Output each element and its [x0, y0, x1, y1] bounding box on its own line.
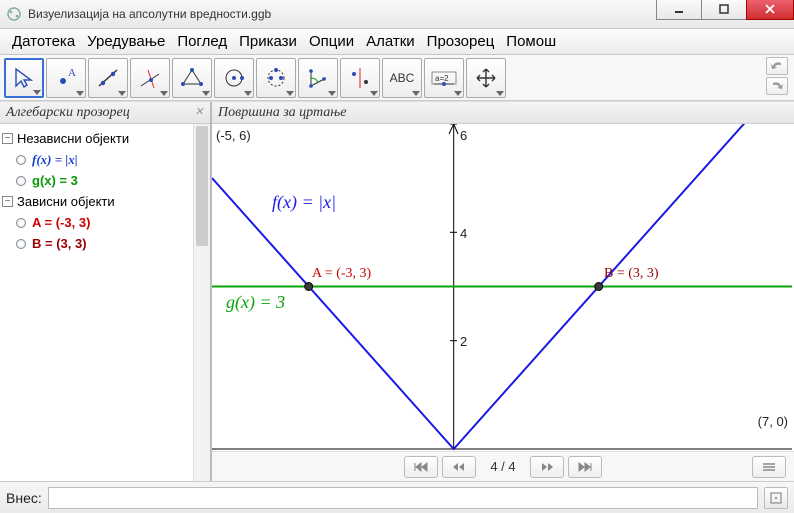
step-first-button[interactable] — [404, 456, 438, 478]
object-label: f(x) = |x| — [32, 149, 78, 170]
svg-text:A: A — [68, 67, 76, 79]
tool-perpendicular[interactable] — [130, 58, 170, 98]
visibility-dot-icon[interactable] — [16, 239, 26, 249]
command-input[interactable] — [48, 487, 758, 509]
minimize-button[interactable] — [656, 0, 702, 20]
visibility-dot-icon[interactable] — [16, 218, 26, 228]
tool-ellipse[interactable] — [256, 58, 296, 98]
main-area: Алгебарски прозорец ✕ − Независни објект… — [0, 101, 794, 481]
undo-button[interactable] — [766, 57, 788, 75]
visibility-dot-icon[interactable] — [16, 176, 26, 186]
f-formula-label: f(x) = |x| — [272, 192, 336, 213]
menu-options[interactable]: Опции — [303, 30, 360, 53]
chevron-down-icon — [76, 91, 84, 96]
y-tick-2: 2 — [460, 334, 467, 349]
menu-view[interactable]: Поглед — [171, 30, 233, 53]
menu-file[interactable]: Датотека — [6, 30, 81, 53]
graphics-view[interactable]: 2 4 6 (-5, 6) (7, 0) f(x) = |x| g(x) = 3… — [212, 124, 794, 451]
tool-slider[interactable]: a=2 — [424, 58, 464, 98]
redo-button[interactable] — [766, 77, 788, 95]
menu-tools[interactable]: Алатки — [360, 30, 421, 53]
scroll-thumb[interactable] — [196, 126, 208, 246]
tool-text[interactable]: ABC — [382, 58, 422, 98]
chevron-down-icon — [496, 91, 504, 96]
algebra-close-icon[interactable]: ✕ — [192, 105, 206, 119]
menu-perspectives[interactable]: Прикази — [233, 30, 303, 53]
tree-category-dependent[interactable]: − Зависни објекти — [2, 191, 208, 212]
algebra-tree: − Независни објекти f(x) = |x| g(x) = 3 … — [0, 124, 210, 258]
tree-item-f[interactable]: f(x) = |x| — [16, 149, 208, 170]
input-help-button[interactable] — [764, 487, 788, 509]
object-label: A = (-3, 3) — [32, 212, 90, 233]
tool-polygon[interactable] — [172, 58, 212, 98]
toolbar: A ABC a=2 — [0, 55, 794, 101]
algebra-title: Алгебарски прозорец — [6, 105, 130, 120]
corner-top-left: (-5, 6) — [216, 128, 251, 143]
plot-svg — [212, 124, 792, 452]
titlebar: Визуелизација на апсолутни вредности.ggb — [0, 0, 794, 29]
collapse-icon[interactable]: − — [2, 196, 13, 207]
corner-bottom-right: (7, 0) — [758, 414, 788, 429]
graphics-header: Површина за цртање — [212, 102, 794, 124]
category-label: Зависни објекти — [17, 191, 115, 212]
graphics-panel: Површина за цртање — [212, 102, 794, 481]
scrollbar[interactable] — [193, 124, 210, 481]
step-next-button[interactable] — [530, 456, 564, 478]
chevron-down-icon — [454, 91, 462, 96]
chevron-down-icon — [412, 91, 420, 96]
point-a-label: A = (-3, 3) — [312, 266, 371, 282]
tool-circle[interactable] — [214, 58, 254, 98]
tool-reflect[interactable] — [340, 58, 380, 98]
y-tick-6: 6 — [460, 128, 467, 143]
menu-help[interactable]: Помош — [500, 30, 562, 53]
object-label: g(x) = 3 — [32, 170, 78, 191]
step-prev-button[interactable] — [442, 456, 476, 478]
visibility-dot-icon[interactable] — [16, 155, 26, 165]
input-label: Внес: — [6, 490, 42, 506]
category-label: Независни објекти — [17, 128, 129, 149]
construction-step-bar: 4 / 4 — [212, 451, 794, 481]
chevron-down-icon — [202, 91, 210, 96]
chevron-down-icon — [286, 91, 294, 96]
menu-edit[interactable]: Уредување — [81, 30, 171, 53]
g-formula-label: g(x) = 3 — [226, 292, 285, 313]
object-label: B = (3, 3) — [32, 233, 87, 254]
tree-category-independent[interactable]: − Независни објекти — [2, 128, 208, 149]
step-settings-button[interactable] — [752, 456, 786, 478]
chevron-down-icon — [328, 91, 336, 96]
chevron-down-icon — [33, 90, 41, 95]
tree-item-a[interactable]: A = (-3, 3) — [16, 212, 208, 233]
tree-item-g[interactable]: g(x) = 3 — [16, 170, 208, 191]
svg-text:a=2: a=2 — [435, 74, 449, 83]
tool-move[interactable] — [4, 58, 44, 98]
graphics-title: Површина за цртање — [218, 105, 346, 120]
input-bar: Внес: — [0, 481, 794, 513]
maximize-button[interactable] — [701, 0, 747, 20]
tool-point[interactable]: A — [46, 58, 86, 98]
step-counter: 4 / 4 — [480, 459, 525, 474]
tool-move-view[interactable] — [466, 58, 506, 98]
y-tick-4: 4 — [460, 226, 467, 241]
chevron-down-icon — [160, 91, 168, 96]
tool-line[interactable] — [88, 58, 128, 98]
collapse-icon[interactable]: − — [2, 133, 13, 144]
tool-angle[interactable] — [298, 58, 338, 98]
algebra-header: Алгебарски прозорец ✕ — [0, 102, 210, 124]
chevron-down-icon — [370, 91, 378, 96]
point-b-label: B = (3, 3) — [604, 266, 659, 282]
algebra-panel: Алгебарски прозорец ✕ − Независни објект… — [0, 102, 212, 481]
chevron-down-icon — [118, 91, 126, 96]
close-button[interactable] — [746, 0, 794, 20]
app-icon — [6, 6, 22, 22]
tree-item-b[interactable]: B = (3, 3) — [16, 233, 208, 254]
chevron-down-icon — [244, 91, 252, 96]
menubar: Датотека Уредување Поглед Прикази Опции … — [0, 29, 794, 55]
menu-window[interactable]: Прозорец — [421, 30, 501, 53]
step-last-button[interactable] — [568, 456, 602, 478]
